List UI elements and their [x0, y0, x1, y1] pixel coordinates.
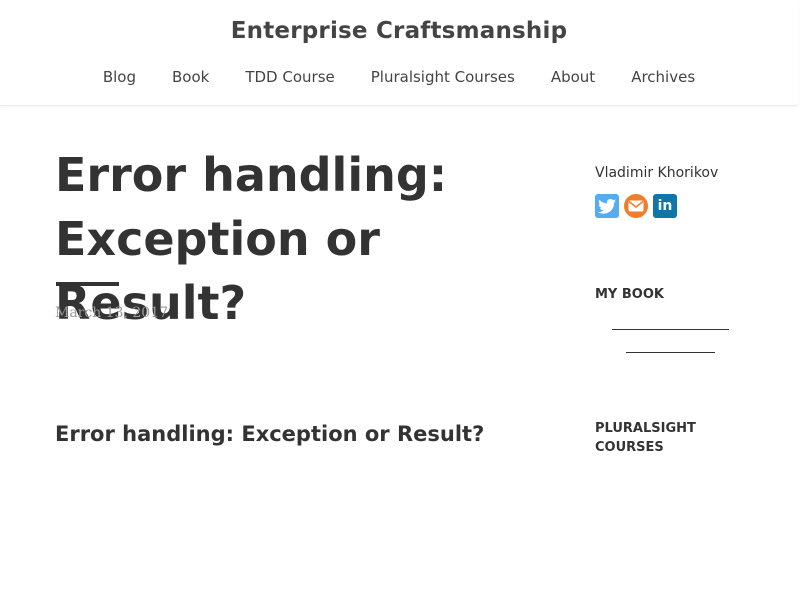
- email-icon[interactable]: [624, 194, 648, 218]
- site-header: Enterprise Craftsmanship Blog Book TDD C…: [0, 0, 798, 106]
- twitter-icon[interactable]: [595, 194, 619, 218]
- linkedin-icon[interactable]: in: [653, 194, 677, 218]
- book-link-underline[interactable]: [612, 329, 729, 330]
- social-links: in: [595, 194, 677, 218]
- nav-item-book[interactable]: Book: [172, 68, 209, 86]
- nav-item-tdd-course[interactable]: TDD Course: [245, 68, 334, 86]
- post-date: March 13, 2017: [55, 305, 169, 321]
- nav-item-blog[interactable]: Blog: [103, 68, 136, 86]
- section-heading: Error handling: Exception or Result?: [55, 422, 485, 446]
- title-underline: [56, 282, 119, 286]
- main-nav: Blog Book TDD Course Pluralsight Courses…: [0, 68, 798, 86]
- widget-title-pluralsight-courses: PLURALSIGHT COURSES: [595, 421, 696, 455]
- linkedin-glyph: in: [657, 198, 673, 214]
- nav-item-pluralsight-courses[interactable]: Pluralsight Courses: [371, 68, 515, 86]
- widget-title-my-book: MY BOOK: [595, 287, 664, 302]
- site-title[interactable]: Enterprise Craftsmanship: [0, 18, 798, 44]
- author-name: Vladimir Khorikov: [595, 165, 719, 181]
- book-link-underline[interactable]: [626, 352, 715, 353]
- nav-item-archives[interactable]: Archives: [631, 68, 695, 86]
- nav-item-about[interactable]: About: [551, 68, 595, 86]
